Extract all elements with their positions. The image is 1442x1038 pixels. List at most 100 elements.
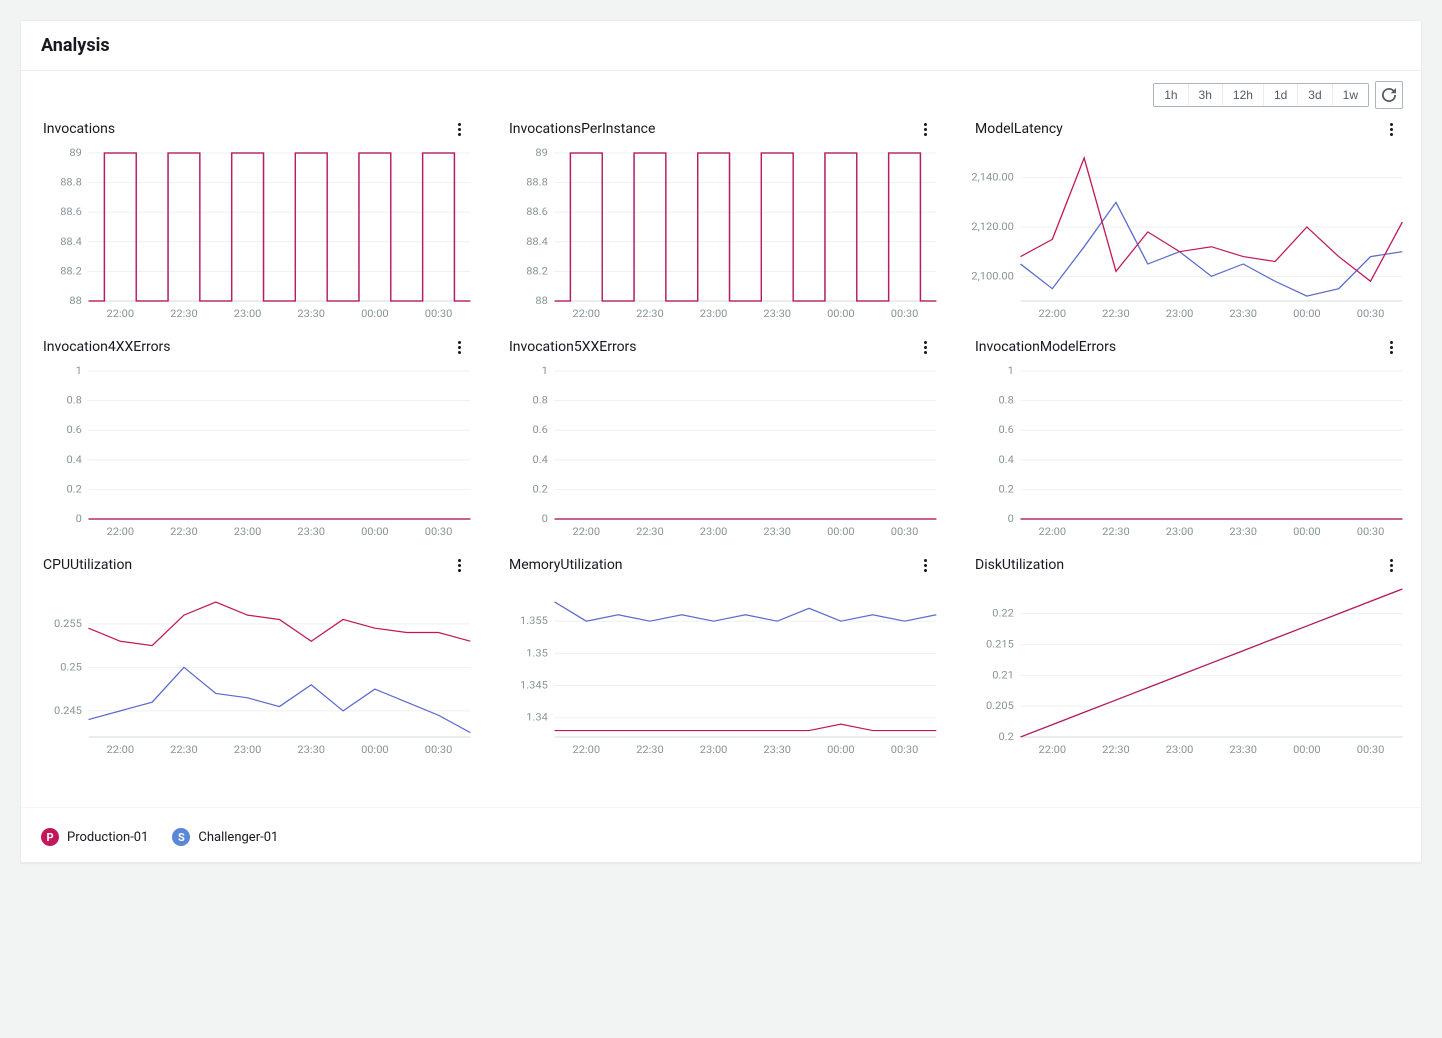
svg-text:22:30: 22:30	[1102, 744, 1130, 756]
svg-text:0: 0	[76, 513, 82, 525]
svg-text:00:00: 00:00	[1293, 744, 1321, 756]
svg-text:23:00: 23:00	[234, 744, 262, 756]
svg-text:00:30: 00:30	[891, 308, 919, 320]
svg-text:88.8: 88.8	[60, 176, 82, 188]
refresh-icon	[1382, 88, 1396, 102]
chart-menu-button[interactable]	[451, 339, 467, 355]
svg-text:88.6: 88.6	[60, 206, 82, 218]
chart-menu-button[interactable]	[1383, 339, 1399, 355]
svg-text:0.2: 0.2	[532, 483, 547, 495]
svg-text:00:30: 00:30	[425, 526, 453, 538]
svg-text:22:00: 22:00	[107, 526, 135, 538]
svg-text:0.2: 0.2	[66, 483, 81, 495]
svg-text:0.6: 0.6	[998, 424, 1013, 436]
svg-text:89: 89	[535, 147, 548, 159]
chart-plot-area[interactable]: 2,100.002,120.002,140.0022:0022:3023:002…	[965, 143, 1409, 323]
svg-text:0.215: 0.215	[986, 638, 1014, 650]
refresh-button[interactable]	[1375, 81, 1403, 109]
svg-text:00:00: 00:00	[361, 308, 389, 320]
svg-text:22:30: 22:30	[636, 308, 664, 320]
legend-item-production-01[interactable]: PProduction-01	[41, 828, 148, 846]
svg-text:0.2: 0.2	[998, 731, 1013, 743]
chart-disk-utilization: DiskUtilization 0.20.2050.210.2150.2222:…	[959, 549, 1415, 763]
chart-plot-area[interactable]: 8888.288.488.688.88922:0022:3023:0023:30…	[499, 143, 943, 323]
chart-invocation-5xx-errors: Invocation5XXErrors 00.20.40.60.8122:002…	[493, 331, 949, 545]
svg-text:0.25: 0.25	[60, 661, 82, 673]
svg-text:23:30: 23:30	[297, 526, 325, 538]
chart-title: MemoryUtilization	[509, 557, 623, 573]
chart-plot-area[interactable]: 00.20.40.60.8122:0022:3023:0023:3000:000…	[499, 361, 943, 541]
legend-row: PProduction-01 SChallenger-01	[21, 807, 1421, 862]
svg-text:0.8: 0.8	[532, 394, 547, 406]
chart-menu-button[interactable]	[917, 121, 933, 137]
svg-text:0.245: 0.245	[54, 704, 82, 716]
svg-text:23:30: 23:30	[1229, 308, 1257, 320]
svg-text:89: 89	[69, 147, 82, 159]
chart-menu-button[interactable]	[1383, 121, 1399, 137]
chart-menu-button[interactable]	[917, 557, 933, 573]
svg-text:0.22: 0.22	[992, 607, 1014, 619]
svg-text:00:00: 00:00	[827, 744, 855, 756]
svg-text:0.21: 0.21	[992, 669, 1014, 681]
chart-title: ModelLatency	[975, 121, 1063, 137]
svg-text:2,120.00: 2,120.00	[971, 221, 1014, 233]
svg-text:22:00: 22:00	[1039, 526, 1067, 538]
svg-text:00:30: 00:30	[891, 744, 919, 756]
svg-text:88.8: 88.8	[526, 176, 548, 188]
svg-text:00:30: 00:30	[1357, 744, 1385, 756]
svg-text:23:30: 23:30	[1229, 526, 1257, 538]
svg-text:00:00: 00:00	[361, 744, 389, 756]
svg-text:22:30: 22:30	[170, 308, 198, 320]
legend-item-challenger-01[interactable]: SChallenger-01	[172, 828, 278, 846]
time-range-group: 1h3h12h1d3d1w	[1153, 83, 1369, 107]
svg-text:1: 1	[1008, 365, 1014, 377]
svg-text:1.345: 1.345	[520, 679, 548, 691]
svg-text:1.35: 1.35	[526, 647, 548, 659]
svg-text:88: 88	[535, 295, 548, 307]
svg-text:22:00: 22:00	[107, 744, 135, 756]
chart-plot-area[interactable]: 8888.288.488.688.88922:0022:3023:0023:30…	[33, 143, 477, 323]
time-range-1h[interactable]: 1h	[1154, 84, 1188, 106]
svg-text:00:30: 00:30	[1357, 308, 1385, 320]
svg-text:0.8: 0.8	[998, 394, 1013, 406]
svg-text:23:00: 23:00	[234, 526, 262, 538]
chart-menu-button[interactable]	[451, 121, 467, 137]
chart-plot-area[interactable]: 00.20.40.60.8122:0022:3023:0023:3000:000…	[965, 361, 1409, 541]
chart-invocations-per-instance: InvocationsPerInstance 8888.288.488.688.…	[493, 113, 949, 327]
chart-menu-button[interactable]	[451, 557, 467, 573]
chart-plot-area[interactable]: 1.341.3451.351.35522:0022:3023:0023:3000…	[499, 579, 943, 759]
chart-title: Invocation4XXErrors	[43, 339, 171, 355]
svg-text:23:30: 23:30	[763, 308, 791, 320]
legend-label: Production-01	[67, 830, 148, 845]
svg-text:0.6: 0.6	[532, 424, 547, 436]
svg-text:88.4: 88.4	[60, 235, 82, 247]
svg-text:00:30: 00:30	[891, 526, 919, 538]
chart-menu-button[interactable]	[1383, 557, 1399, 573]
svg-text:0: 0	[542, 513, 548, 525]
svg-text:23:30: 23:30	[297, 744, 325, 756]
svg-text:1: 1	[542, 365, 548, 377]
chart-invocation-4xx-errors: Invocation4XXErrors 00.20.40.60.8122:002…	[27, 331, 483, 545]
panel-title: Analysis	[21, 21, 1421, 71]
chart-plot-area[interactable]: 00.20.40.60.8122:0022:3023:0023:3000:000…	[33, 361, 477, 541]
svg-text:22:30: 22:30	[1102, 526, 1130, 538]
svg-text:00:00: 00:00	[1293, 526, 1321, 538]
time-range-1d[interactable]: 1d	[1264, 84, 1298, 106]
chart-menu-button[interactable]	[917, 339, 933, 355]
chart-invocation-model-errors: InvocationModelErrors 00.20.40.60.8122:0…	[959, 331, 1415, 545]
svg-text:23:00: 23:00	[1166, 526, 1194, 538]
svg-text:23:30: 23:30	[763, 744, 791, 756]
chart-title: CPUUtilization	[43, 557, 132, 573]
svg-text:0.6: 0.6	[66, 424, 81, 436]
svg-text:88.6: 88.6	[526, 206, 548, 218]
time-range-1w[interactable]: 1w	[1333, 84, 1368, 106]
svg-text:00:00: 00:00	[361, 526, 389, 538]
time-range-3d[interactable]: 3d	[1298, 84, 1332, 106]
chart-plot-area[interactable]: 0.2450.250.25522:0022:3023:0023:3000:000…	[33, 579, 477, 759]
svg-text:22:30: 22:30	[636, 526, 664, 538]
time-range-3h[interactable]: 3h	[1189, 84, 1223, 106]
chart-plot-area[interactable]: 0.20.2050.210.2150.2222:0022:3023:0023:3…	[965, 579, 1409, 759]
toolbar: 1h3h12h1d3d1w	[21, 71, 1421, 113]
svg-text:00:30: 00:30	[425, 744, 453, 756]
time-range-12h[interactable]: 12h	[1223, 84, 1264, 106]
